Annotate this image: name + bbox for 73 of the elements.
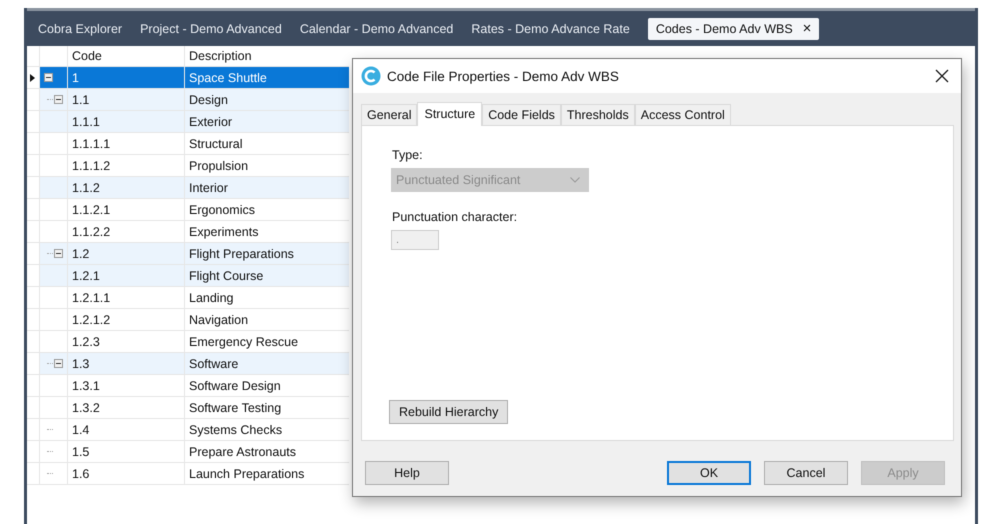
code-cell: 1.1.2.2 bbox=[68, 221, 185, 242]
code-cell: 1.3.2 bbox=[68, 397, 185, 418]
chevron-down-icon bbox=[570, 177, 580, 183]
tree-connector bbox=[47, 429, 53, 430]
code-cell: 1 bbox=[68, 67, 185, 88]
tree-connector bbox=[47, 363, 53, 364]
description-cell-text: Software Testing bbox=[188, 400, 282, 417]
punctuation-label: Punctuation character: bbox=[392, 210, 518, 224]
dialog-tab[interactable]: Code Fields bbox=[482, 104, 561, 125]
description-cell: Design bbox=[185, 89, 349, 110]
collapse-icon[interactable] bbox=[54, 249, 63, 258]
current-row-icon bbox=[30, 74, 35, 82]
code-cell: 1.3.1 bbox=[68, 375, 185, 396]
close-icon[interactable] bbox=[935, 69, 949, 83]
rebuild-hierarchy-button[interactable]: Rebuild Hierarchy bbox=[389, 400, 508, 424]
description-cell-text: Propulsion bbox=[188, 158, 250, 175]
document-tab[interactable]: Codes - Demo Adv WBS × bbox=[648, 18, 820, 40]
code-cell: 1.4 bbox=[68, 419, 185, 440]
description-cell-text: Prepare Astronauts bbox=[188, 444, 298, 461]
tree-connector bbox=[47, 473, 53, 474]
type-label: Type: bbox=[392, 148, 423, 162]
dialog-tab[interactable]: Access Control bbox=[634, 104, 731, 125]
code-cell: 1.3 bbox=[68, 353, 185, 374]
description-cell-text: Emergency Rescue bbox=[188, 334, 300, 351]
code-cell: 1.2 bbox=[68, 243, 185, 264]
collapse-icon[interactable] bbox=[54, 359, 63, 368]
code-cell: 1.1.2 bbox=[68, 177, 185, 198]
description-cell: Flight Preparations bbox=[185, 243, 349, 264]
code-cell: 1.2.3 bbox=[68, 331, 185, 352]
document-tab[interactable]: Rates - Demo Advance Rate bbox=[463, 18, 638, 40]
description-cell: Exterior bbox=[185, 111, 349, 132]
code-cell: 1.2.1 bbox=[68, 265, 185, 286]
code-cell: 1.2.1.1 bbox=[68, 287, 185, 308]
code-cell: 1.1.1 bbox=[68, 111, 185, 132]
code-cell: 1.1 bbox=[68, 89, 185, 110]
column-header[interactable]: Description bbox=[185, 46, 349, 66]
code-cell: 1.1.1.1 bbox=[68, 133, 185, 154]
dialog-tab[interactable]: General bbox=[361, 104, 418, 125]
app-logo-icon bbox=[361, 66, 381, 86]
tree-connector bbox=[47, 253, 53, 254]
dialog-button[interactable]: Help bbox=[365, 461, 449, 485]
description-cell-text: Software Design bbox=[188, 378, 282, 395]
document-tab[interactable]: Calendar - Demo Advanced bbox=[292, 18, 462, 40]
dialog-title: Code File Properties - Demo Adv WBS bbox=[387, 68, 620, 84]
document-tab[interactable]: Cobra Explorer bbox=[30, 18, 130, 40]
collapse-icon[interactable] bbox=[44, 73, 53, 82]
code-cell: 1.1.1.2 bbox=[68, 155, 185, 176]
close-tab-button[interactable]: × bbox=[802, 22, 812, 36]
description-cell-text: Ergonomics bbox=[188, 202, 256, 219]
description-cell-text: Systems Checks bbox=[188, 422, 284, 439]
column-header[interactable]: Code bbox=[68, 46, 185, 66]
dialog-button[interactable]: OK bbox=[667, 461, 751, 485]
code-cell: 1.2.1.2 bbox=[68, 309, 185, 330]
dialog-button[interactable]: Cancel bbox=[764, 461, 848, 485]
description-cell: Interior bbox=[185, 177, 349, 198]
description-cell-text: Launch Preparations bbox=[188, 466, 306, 483]
description-cell-text: Landing bbox=[188, 290, 234, 307]
description-cell: Space Shuttle bbox=[185, 67, 349, 88]
description-cell: Flight Course bbox=[185, 265, 349, 286]
collapse-icon[interactable] bbox=[54, 95, 63, 104]
row-header[interactable] bbox=[27, 67, 40, 88]
tree-connector bbox=[47, 451, 53, 452]
description-cell-text: Structural bbox=[188, 136, 244, 152]
code-cell: 1.6 bbox=[68, 463, 185, 484]
code-cell: 1.5 bbox=[68, 441, 185, 462]
dialog-tab[interactable]: Thresholds bbox=[560, 104, 635, 125]
dialog-tab[interactable]: Structure bbox=[417, 102, 482, 126]
description-cell-text: Navigation bbox=[188, 312, 250, 329]
description-cell-text: Experiments bbox=[188, 224, 260, 241]
code-cell: 1.1.2.1 bbox=[68, 199, 185, 220]
description-cell: Software bbox=[185, 353, 349, 374]
document-tab[interactable]: Project - Demo Advanced bbox=[132, 18, 290, 40]
tree-connector bbox=[47, 99, 53, 100]
